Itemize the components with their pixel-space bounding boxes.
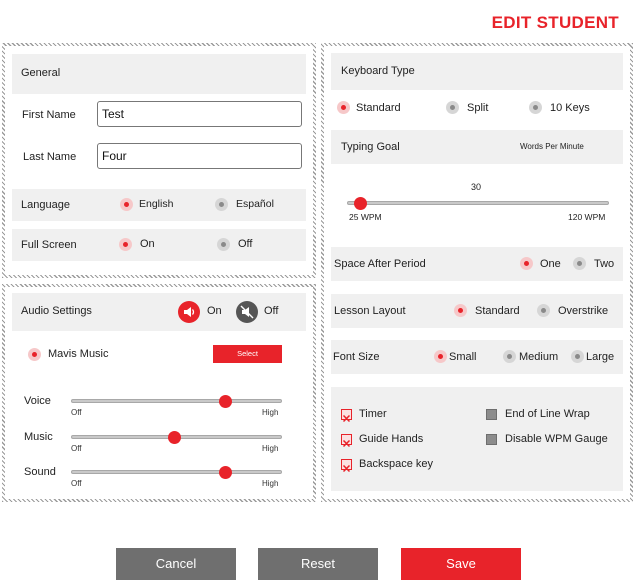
music-label: Music xyxy=(24,431,53,443)
timer-label: Timer xyxy=(359,408,387,420)
sound-min-label: Off xyxy=(71,479,82,488)
general-header: General xyxy=(12,54,306,94)
keyboard-type-header: Keyboard Type xyxy=(331,53,623,90)
full-screen-row: Full Screen On Off xyxy=(12,229,306,261)
font-large-radio[interactable] xyxy=(571,350,584,363)
cancel-button[interactable]: Cancel xyxy=(116,548,236,580)
language-label: Language xyxy=(21,199,70,211)
keyboard-standard-label: Standard xyxy=(356,102,401,114)
font-size-row: Font Size Small Medium Large xyxy=(331,340,623,374)
typing-goal-max-label: 120 WPM xyxy=(568,212,606,222)
lesson-layout-row: Lesson Layout Standard Overstrike xyxy=(331,294,623,328)
end-of-line-wrap-checkbox[interactable] xyxy=(486,409,497,420)
typing-goal-row: Typing Goal Words Per Minute xyxy=(331,130,623,164)
last-name-field[interactable] xyxy=(97,143,302,169)
disable-wpm-gauge-checkbox[interactable] xyxy=(486,434,497,445)
space-one-label: One xyxy=(540,258,561,270)
backspace-key-checkbox[interactable] xyxy=(341,459,352,473)
font-medium-label: Medium xyxy=(519,351,559,363)
typing-goal-slider-track[interactable] xyxy=(347,201,609,205)
guide-hands-label: Guide Hands xyxy=(359,433,424,445)
layout-standard-radio[interactable] xyxy=(454,304,467,317)
voice-slider-track[interactable] xyxy=(71,399,282,403)
guide-hands-checkbox[interactable] xyxy=(341,434,352,448)
full-screen-off-label: Off xyxy=(238,238,253,250)
typing-goal-label: Typing Goal xyxy=(341,141,400,153)
full-screen-on-label: On xyxy=(140,238,155,250)
font-small-radio[interactable] xyxy=(434,350,447,363)
keyboard-10keys-radio[interactable] xyxy=(529,101,542,114)
mavis-music-label: Mavis Music xyxy=(48,348,109,360)
music-min-label: Off xyxy=(71,444,82,453)
last-name-label: Last Name xyxy=(23,151,77,163)
general-title: General xyxy=(21,67,61,79)
language-english-label: English xyxy=(139,198,174,210)
disable-wpm-gauge-label: Disable WPM Gauge xyxy=(505,433,608,445)
voice-max-label: High xyxy=(262,408,279,417)
sound-label: Sound xyxy=(24,466,56,478)
typing-goal-min-label: 25 WPM xyxy=(349,212,382,222)
music-slider-thumb[interactable] xyxy=(167,431,181,444)
reset-button[interactable]: Reset xyxy=(258,548,378,580)
end-of-line-wrap-label: End of Line Wrap xyxy=(505,408,590,420)
typing-goal-unit: Words Per Minute xyxy=(520,142,584,151)
sound-slider-thumb[interactable] xyxy=(218,466,232,479)
full-screen-label: Full Screen xyxy=(21,239,77,251)
audio-title: Audio Settings xyxy=(21,305,92,317)
language-english-radio[interactable] xyxy=(120,198,133,211)
typing-goal-value: 30 xyxy=(471,182,482,192)
keyboard-10keys-label: 10 Keys xyxy=(550,102,590,114)
page-title: EDIT STUDENT xyxy=(491,13,619,32)
sound-max-label: High xyxy=(262,479,279,488)
speaker-muted-icon[interactable] xyxy=(236,301,258,323)
mavis-music-radio[interactable] xyxy=(28,348,41,361)
font-large-label: Large xyxy=(586,351,615,363)
keyboard-type-title: Keyboard Type xyxy=(341,65,415,77)
voice-slider-thumb[interactable] xyxy=(218,395,232,408)
space-two-label: Two xyxy=(594,258,615,270)
space-after-period-row: Space After Period One Two xyxy=(331,247,623,281)
settings-panel: Keyboard Type Standard Split 10 Keys Typ… xyxy=(321,43,633,502)
space-after-period-label: Space After Period xyxy=(334,258,426,270)
audio-panel: Audio Settings On Off Mavis Music Select… xyxy=(2,284,316,502)
language-espanol-radio[interactable] xyxy=(215,198,228,211)
font-medium-radio[interactable] xyxy=(503,350,516,363)
music-max-label: High xyxy=(262,444,279,453)
speaker-on-icon[interactable] xyxy=(178,301,200,323)
sound-slider-track[interactable] xyxy=(71,470,282,474)
first-name-label: First Name xyxy=(22,109,76,121)
options-area: Timer Guide Hands Backspace key End of L… xyxy=(331,387,623,491)
typing-goal-slider-thumb[interactable] xyxy=(353,197,367,210)
audio-off-label: Off xyxy=(264,305,279,317)
full-screen-off-radio[interactable] xyxy=(217,238,230,251)
voice-label: Voice xyxy=(24,395,51,407)
language-row: Language English Español xyxy=(12,189,306,221)
font-small-label: Small xyxy=(449,351,477,363)
voice-min-label: Off xyxy=(71,408,82,417)
full-screen-on-radio[interactable] xyxy=(119,238,132,251)
layout-overstrike-label: Overstrike xyxy=(558,305,609,317)
save-button[interactable]: Save xyxy=(401,548,521,580)
backspace-key-label: Backspace key xyxy=(359,458,433,470)
select-music-button[interactable]: Select xyxy=(213,345,282,363)
keyboard-split-label: Split xyxy=(467,102,489,114)
audio-header: Audio Settings On Off xyxy=(12,293,306,331)
timer-checkbox[interactable] xyxy=(341,409,352,423)
space-two-radio[interactable] xyxy=(573,257,586,270)
keyboard-standard-radio[interactable] xyxy=(337,101,350,114)
space-one-radio[interactable] xyxy=(520,257,533,270)
keyboard-split-radio[interactable] xyxy=(446,101,459,114)
language-espanol-label: Español xyxy=(236,198,274,210)
general-panel: General First Name Last Name Language En… xyxy=(2,43,316,278)
first-name-field[interactable] xyxy=(97,101,302,127)
audio-on-label: On xyxy=(207,305,222,317)
lesson-layout-label: Lesson Layout xyxy=(334,305,406,317)
layout-standard-label: Standard xyxy=(475,305,520,317)
layout-overstrike-radio[interactable] xyxy=(537,304,550,317)
font-size-label: Font Size xyxy=(333,351,380,363)
